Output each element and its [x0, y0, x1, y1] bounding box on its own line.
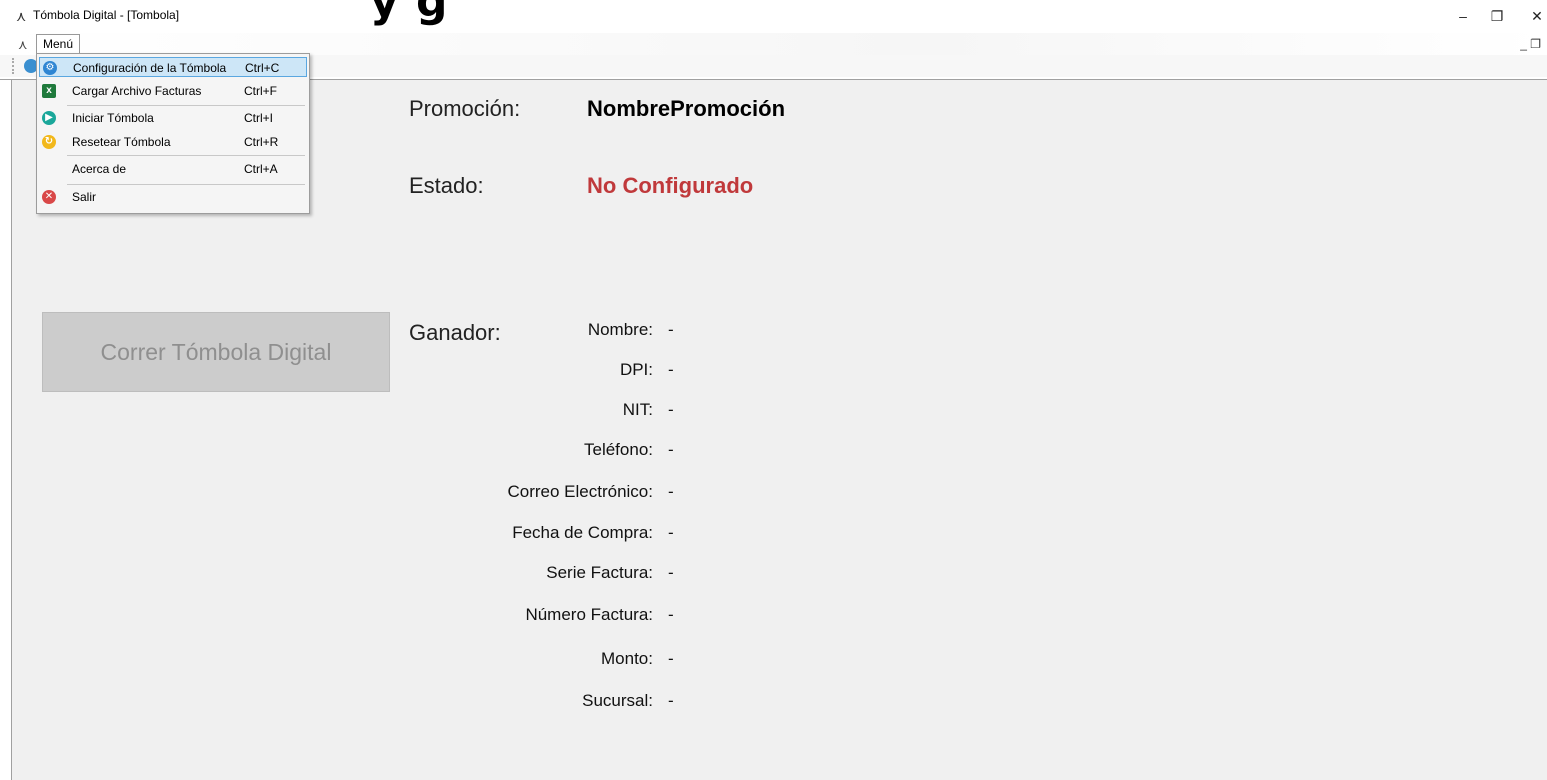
menu-item-label: Iniciar Tómbola [72, 111, 154, 125]
winner-field-label: DPI: [619, 360, 653, 379]
play-icon: ▶ [42, 111, 56, 125]
app-logo-icon: ⋏ [16, 8, 27, 24]
menu-item-label: Resetear Tómbola [72, 135, 171, 149]
promocion-label: Promoción: [409, 96, 521, 121]
winner-field-value: - [668, 360, 674, 379]
winner-field-label: Monto: [601, 649, 653, 668]
ganador-label: Ganador: [409, 320, 501, 345]
main-menu-dropdown: ⚙ Configuración de la Tómbola Ctrl+C x Carga… [36, 53, 310, 214]
winner-field-label: Correo Electrónico: [507, 482, 653, 501]
menu-item[interactable]: x Cargar Archivo Facturas Ctrl+F [39, 81, 307, 101]
winner-field-value: - [668, 400, 674, 419]
gear-icon: ⚙ [43, 61, 57, 75]
menu-item-label: Configuración de la Tómbola [73, 61, 227, 75]
menu-separator [67, 105, 305, 106]
excel-icon: x [42, 84, 56, 98]
toolstrip-grip[interactable] [12, 58, 16, 74]
close-circle-icon: ✕ [42, 190, 56, 204]
estado-label: Estado: [409, 173, 484, 198]
cropped-heading-text: y g [370, 0, 449, 27]
menu-item-shortcut: Ctrl+F [244, 84, 277, 98]
winner-field-label: Sucursal: [582, 691, 653, 710]
winner-field-value: - [668, 482, 674, 501]
menu-item-shortcut: Ctrl+C [245, 61, 280, 75]
close-button[interactable]: ✕ [1517, 2, 1547, 30]
menu-item-shortcut: Ctrl+I [244, 111, 274, 125]
winner-field-value: - [668, 320, 674, 339]
promocion-value: NombrePromoción [587, 96, 786, 121]
maximize-button[interactable]: ❐ [1477, 2, 1517, 30]
menu-separator [67, 155, 305, 156]
menu-strip [0, 33, 1547, 55]
winner-field-label: Fecha de Compra: [512, 523, 653, 542]
menu-item[interactable]: ✕ Salir [39, 187, 307, 207]
menu-item-label: Acerca de [72, 162, 127, 176]
winner-field-value: - [668, 649, 674, 668]
menu-item[interactable]: ▶ Iniciar Tómbola Ctrl+I [39, 108, 307, 128]
menu-item-shortcut: Ctrl+R [244, 135, 279, 149]
winner-field-label: NIT: [622, 400, 653, 419]
menu-item-shortcut: Ctrl+A [244, 162, 278, 176]
window-title: Tómbola Digital - [Tombola] [33, 8, 180, 22]
menu-item[interactable]: ↻ Resetear Tómbola Ctrl+R [39, 132, 307, 152]
run-tombola-button[interactable]: Correr Tómbola Digital [42, 312, 390, 392]
menu-item[interactable]: Acerca de Ctrl+A [39, 159, 307, 179]
winner-field-label: Serie Factura: [546, 563, 653, 582]
menu-item-label: Salir [72, 190, 97, 204]
winner-field-label: Número Factura: [525, 605, 653, 624]
winner-field-value: - [668, 691, 674, 710]
estado-value: No Configurado [587, 173, 754, 198]
mdi-child-icon[interactable]: ⋏ [18, 37, 28, 53]
winner-field-value: - [668, 605, 674, 624]
reset-icon: ↻ [42, 135, 56, 149]
title-bar: ⋏ Tómbola Digital - [Tombola] y g – ❐ ✕ [0, 0, 1547, 33]
menu-separator [67, 184, 305, 185]
mdi-window-controls[interactable]: _ ❐ [1520, 37, 1541, 51]
winner-field-value: - [668, 523, 674, 542]
menu-button[interactable]: Menú [36, 34, 81, 54]
menu-item-label: Cargar Archivo Facturas [72, 84, 202, 98]
winner-field-value: - [668, 563, 674, 582]
winner-field-label: Nombre: [587, 320, 653, 339]
winner-field-label: Teléfono: [584, 440, 653, 459]
menu-item[interactable]: ⚙ Configuración de la Tómbola Ctrl+C [39, 57, 307, 77]
winner-field-value: - [668, 440, 674, 459]
